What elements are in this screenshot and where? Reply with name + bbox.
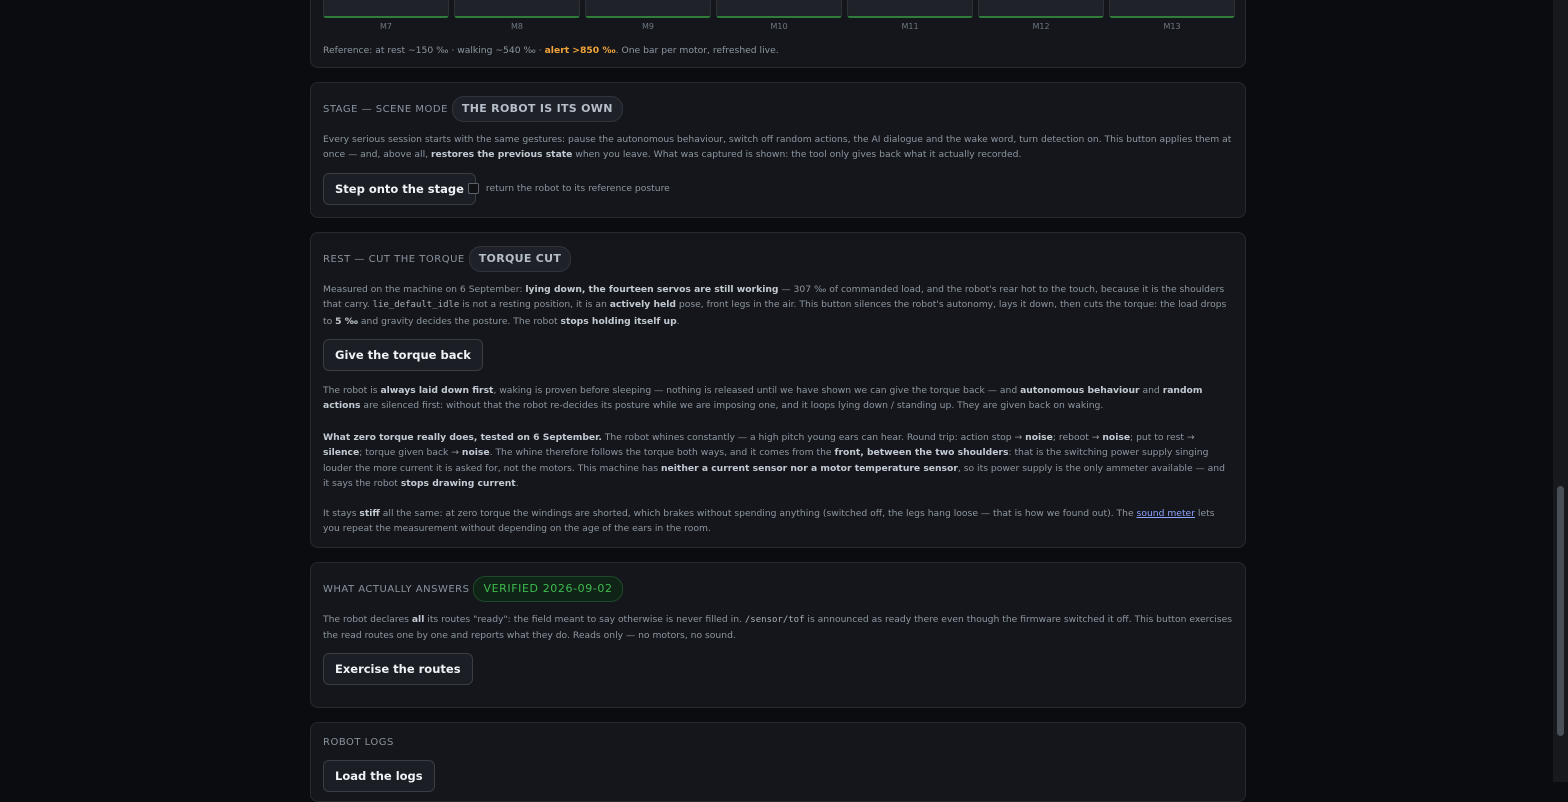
motor-bar-m11 <box>847 0 973 18</box>
motor-reference-note: Reference: at rest ~150 ‰ · walking ~540… <box>323 43 1233 58</box>
motor-label: M8 <box>511 22 523 31</box>
motor-bar-m7 <box>323 0 449 18</box>
routes-card: WHAT ACTUALLY ANSWERS VERIFIED 2026-09-0… <box>310 562 1246 708</box>
stage-status-badge: THE ROBOT IS ITS OWN <box>451 96 623 122</box>
page-scrollbar[interactable] <box>1553 0 1568 782</box>
t: . The whine therefore follows the torque… <box>489 447 835 459</box>
motor-bar-m9 <box>585 0 711 18</box>
t: actively held <box>609 299 676 311</box>
route-code: /sensor/tof <box>744 615 805 625</box>
routes-description: The robot declares all its routes "ready… <box>323 612 1233 644</box>
motor-label: M9 <box>642 22 654 31</box>
t: . <box>515 477 519 489</box>
t: noise <box>1102 432 1131 443</box>
t: stops holding itself up <box>560 315 677 327</box>
t: always laid down first <box>380 385 494 396</box>
t: are silenced first: without that the rob… <box>360 400 1104 412</box>
reference-alert: alert >850 ‰ <box>544 45 616 56</box>
t: . <box>676 315 680 327</box>
motor-bar-m13 <box>1109 0 1235 18</box>
t: lying down, the fourteen servos are stil… <box>525 284 779 295</box>
t: noise <box>1025 432 1053 443</box>
t: all the same: at zero torque the winding… <box>379 508 1137 519</box>
routes-title-row: WHAT ACTUALLY ANSWERS VERIFIED 2026-09-0… <box>323 576 623 602</box>
t: , waking is proven before sleeping — not… <box>493 385 1021 396</box>
t: autonomous behaviour <box>1020 385 1140 396</box>
rest-paragraph-3: What zero torque really does, tested on … <box>323 430 1233 491</box>
motor-label: M12 <box>1032 22 1050 31</box>
t: The robot whines constantly — a high pit… <box>601 432 1026 443</box>
t: ; put to rest → <box>1130 432 1195 443</box>
rest-paragraph-2: The robot is always laid down first, wak… <box>323 383 1233 414</box>
rest-title: REST — CUT THE TORQUE <box>323 253 465 265</box>
give-torque-back-button[interactable]: Give the torque back <box>323 339 483 371</box>
stage-text-end: when you leave. What was captured is sho… <box>572 149 1022 161</box>
t: It stays <box>323 508 360 519</box>
reference-text: Reference: at rest ~150 ‰ · walking ~540… <box>323 45 545 56</box>
motor-bar-m8 <box>454 0 580 18</box>
t: stops drawing current <box>400 477 516 489</box>
t: is not a resting position, it is an <box>459 299 610 311</box>
verified-badge: VERIFIED 2026-09-02 <box>473 576 623 602</box>
rest-title-row: REST — CUT THE TORQUE TORQUE CUT <box>323 246 572 272</box>
reference-posture-checkbox[interactable] <box>468 183 479 194</box>
reference-posture-label: return the robot to its reference postur… <box>485 183 670 194</box>
t: Measured on the machine on 6 September: <box>323 284 526 295</box>
stage-text-bold: restores the previous state <box>430 149 573 161</box>
t: The robot declares <box>323 614 412 625</box>
t: and <box>1139 385 1163 396</box>
rest-paragraph-1: Measured on the machine on 6 September: … <box>323 282 1233 329</box>
t: silence <box>323 447 360 459</box>
exercise-routes-button[interactable]: Exercise the routes <box>323 653 473 685</box>
sound-meter-link[interactable]: sound meter <box>1137 508 1195 519</box>
rest-paragraph-4: It stays stiff all the same: at zero tor… <box>323 506 1233 537</box>
t: and gravity decides the posture. The rob… <box>357 315 561 327</box>
t: its routes "ready": the field meant to s… <box>424 614 745 625</box>
routes-title: WHAT ACTUALLY ANSWERS <box>323 583 470 595</box>
step-onto-stage-button[interactable]: Step onto the stage <box>323 173 476 205</box>
t: What zero torque really does, tested on … <box>323 432 602 443</box>
load-logs-button[interactable]: Load the logs <box>323 760 435 792</box>
motor-load-card: M7 M8 M9 M10 M11 M12 M13 Reference: at rest ~1… <box>310 0 1246 68</box>
logs-title: ROBOT LOGS <box>323 737 394 748</box>
t: ; reboot → <box>1052 432 1103 443</box>
motor-bar-m12 <box>978 0 1104 18</box>
motor-label: M11 <box>901 22 919 31</box>
reference-suffix: . One bar per motor, refreshed live. <box>615 45 779 56</box>
motor-label: M7 <box>380 22 392 31</box>
torque-cut-badge: TORQUE CUT <box>468 246 572 272</box>
rest-card: REST — CUT THE TORQUE TORQUE CUT Measure… <box>310 232 1246 548</box>
pose-code: lie_default_idle <box>372 300 460 311</box>
scrollbar-thumb[interactable] <box>1557 486 1564 736</box>
t: neither a current sensor nor a motor tem… <box>661 462 958 474</box>
t: all <box>411 614 425 625</box>
t: 5 ‰ <box>335 315 358 327</box>
t: ; torque given back → <box>359 447 462 459</box>
logs-card: ROBOT LOGS Load the logs <box>310 722 1246 802</box>
motor-label: M10 <box>770 22 788 31</box>
t: front, between the two shoulders <box>834 447 1009 459</box>
t: stiff <box>359 508 380 519</box>
stage-title: STAGE — SCENE MODE <box>323 103 448 115</box>
motor-bars-row: M7 M8 M9 M10 M11 M12 M13 <box>323 0 1235 41</box>
motor-bar-m10 <box>716 0 842 18</box>
motor-label: M13 <box>1163 22 1181 31</box>
t: The robot is <box>323 385 381 396</box>
reference-posture-option[interactable]: return the robot to its reference postur… <box>468 183 670 194</box>
t: noise <box>461 447 490 459</box>
stage-card: STAGE — SCENE MODE THE ROBOT IS ITS OWN … <box>310 82 1246 218</box>
stage-title-row: STAGE — SCENE MODE THE ROBOT IS ITS OWN <box>323 96 623 122</box>
stage-description: Every serious session starts with the sa… <box>323 132 1233 163</box>
logs-title-row: ROBOT LOGS <box>323 737 394 748</box>
